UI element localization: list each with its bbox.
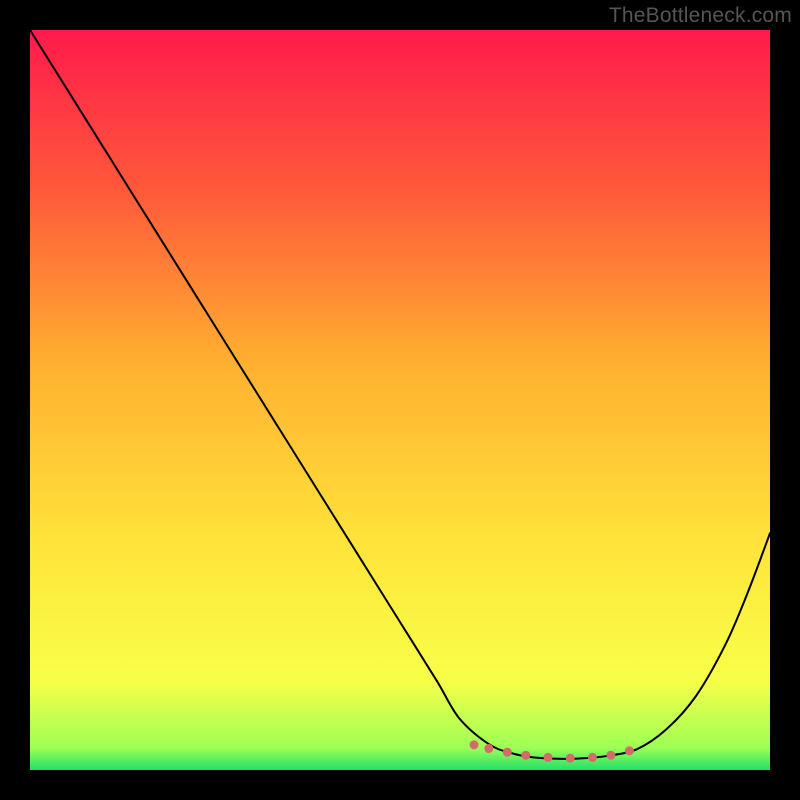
trough-dot	[625, 746, 634, 755]
chart-svg	[30, 30, 770, 770]
trough-dot	[470, 740, 479, 749]
trough-dot	[566, 754, 575, 763]
trough-dot	[484, 744, 493, 753]
trough-dot	[503, 748, 512, 757]
chart-frame: TheBottleneck.com	[0, 0, 800, 800]
gradient-background	[30, 30, 770, 770]
trough-dot	[606, 751, 615, 760]
trough-dot	[544, 753, 553, 762]
watermark-text: TheBottleneck.com	[609, 4, 792, 28]
trough-dot	[588, 753, 597, 762]
plot-area	[30, 30, 770, 770]
trough-dot	[521, 751, 530, 760]
